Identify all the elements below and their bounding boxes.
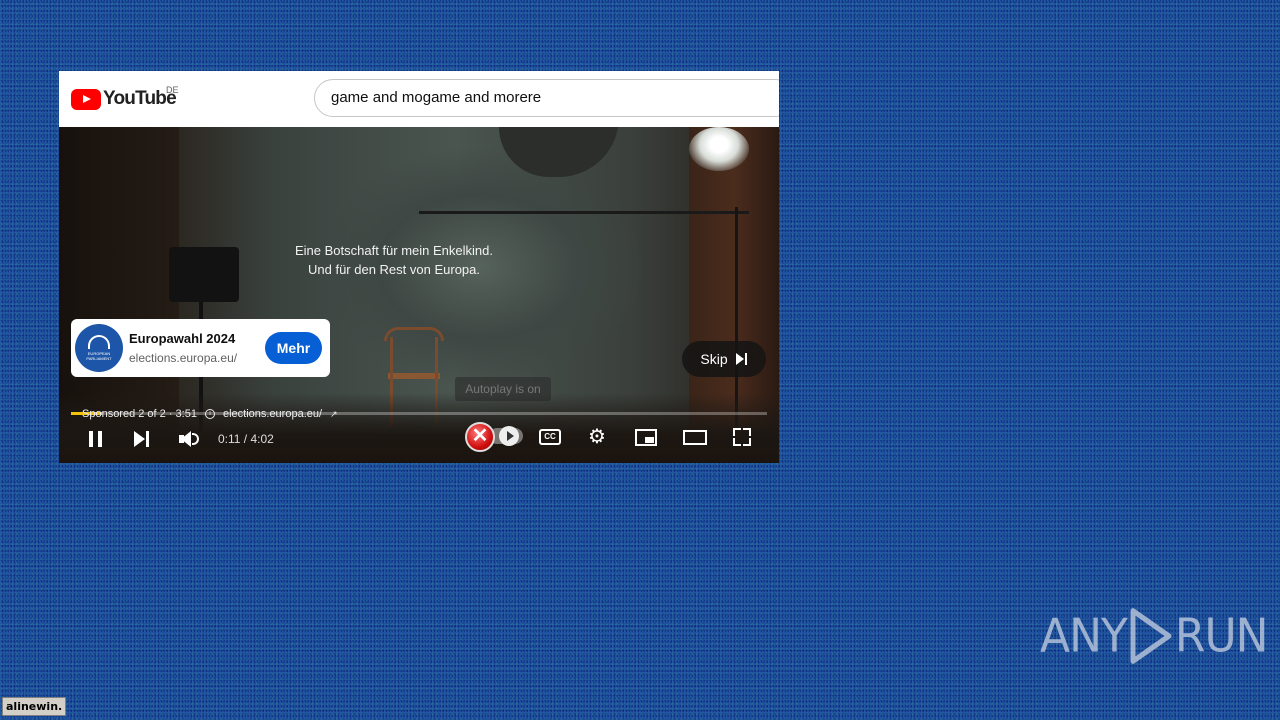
- ad-card[interactable]: EUROPEAN PARLIAMENT Europawahl 2024 elec…: [71, 319, 330, 377]
- avatar-label: EUROPEAN PARLIAMENT: [86, 351, 112, 361]
- search-input[interactable]: [331, 89, 761, 106]
- anyrun-watermark: ANY RUN: [1040, 607, 1269, 666]
- time-display: 0:11 / 4:02: [218, 432, 274, 446]
- volume-wave: [192, 433, 199, 445]
- caption-line-1: Eine Botschaft für mein Enkelkind.: [295, 243, 493, 258]
- external-link-icon[interactable]: ↗: [330, 409, 338, 420]
- info-icon[interactable]: i: [204, 409, 215, 419]
- youtube-logo-text: YouTube: [103, 88, 177, 109]
- studio-lamp: [689, 127, 749, 171]
- studio-umbrella: [499, 127, 619, 177]
- ad-url[interactable]: elections.europa.eu/: [129, 351, 237, 365]
- autoplay-icon: [499, 426, 519, 446]
- theater-icon[interactable]: [683, 430, 707, 445]
- gear-icon[interactable]: ⚙: [587, 427, 607, 447]
- caption-line-2: Und für den Rest von Europa.: [308, 262, 480, 277]
- cc-icon[interactable]: CC: [539, 429, 561, 445]
- video-player[interactable]: Eine Botschaft für mein Enkelkind. Und f…: [59, 127, 779, 463]
- next-icon[interactable]: [125, 425, 157, 453]
- ad-title[interactable]: Europawahl 2024: [129, 331, 235, 346]
- ad-position-text: Sponsored 2 of 2 · 3:51: [82, 408, 197, 420]
- close-x-icon[interactable]: ✕: [465, 422, 495, 452]
- volume-icon[interactable]: [173, 425, 205, 453]
- advertiser-avatar[interactable]: EUROPEAN PARLIAMENT: [75, 324, 123, 372]
- youtube-play-icon: [71, 88, 101, 110]
- region-code: DE: [166, 85, 179, 95]
- video-caption: Eine Botschaft für mein Enkelkind. Und f…: [59, 241, 779, 279]
- skip-label: Skip: [700, 351, 728, 367]
- fullscreen-icon[interactable]: [733, 428, 751, 446]
- search-box[interactable]: [314, 79, 779, 117]
- youtube-logo[interactable]: YouTube: [71, 88, 177, 110]
- chair-seat: [388, 373, 440, 379]
- skip-ad-button[interactable]: Skip: [682, 341, 766, 377]
- ad-info-bar: Sponsored 2 of 2 · 3:51 i elections.euro…: [82, 408, 338, 420]
- skip-icon: [735, 353, 748, 365]
- masthead: YouTube DE: [59, 71, 779, 127]
- boom-arm: [419, 211, 749, 214]
- ad-more-button[interactable]: Mehr: [265, 332, 322, 364]
- watermark-left-text: ANY: [1040, 609, 1128, 663]
- host-label: alinewin.: [2, 697, 67, 716]
- anyrun-play-icon: [1129, 607, 1173, 666]
- parliament-icon: [88, 335, 110, 349]
- controls-gradient: [59, 393, 779, 463]
- youtube-window: YouTube DE Eine Botschaft für mein Enkel…: [59, 71, 779, 463]
- miniplayer-icon[interactable]: [635, 429, 657, 446]
- pause-icon[interactable]: [79, 425, 111, 453]
- ad-domain-link[interactable]: elections.europa.eu/: [223, 408, 322, 420]
- watermark-right-text: RUN: [1174, 609, 1269, 663]
